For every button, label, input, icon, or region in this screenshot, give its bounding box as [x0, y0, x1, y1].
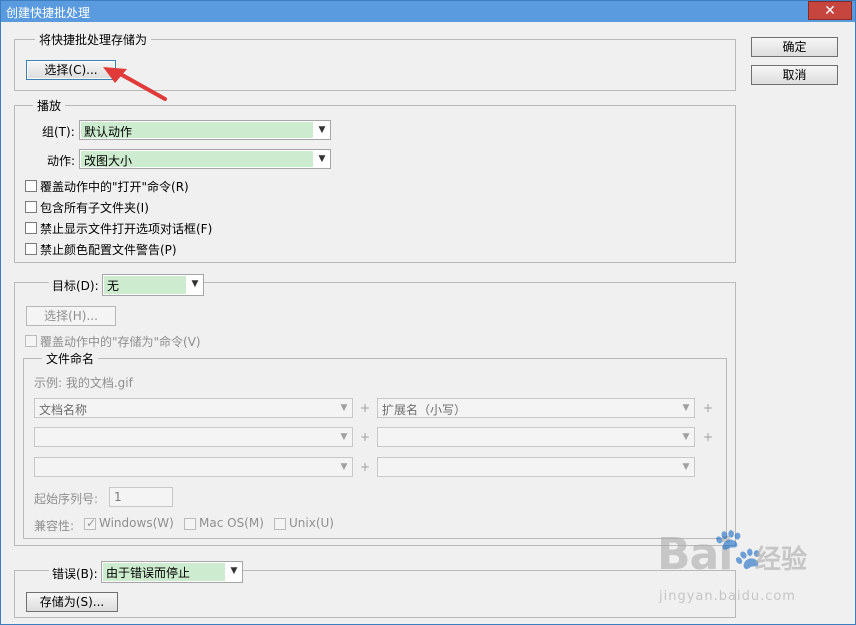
chevron-down-icon: ▼ [340, 432, 348, 442]
save-droplet-legend: 将快捷批处理存储为 [35, 31, 152, 48]
chevron-down-icon: ▼ [318, 125, 326, 135]
destination-label: 目标(D): [49, 277, 102, 294]
plus-sign: + [360, 460, 371, 474]
destination-group: 目标(D): 无 ▼ 选择(H)... 覆盖动作中的"存储为"命令(V) 文件命… [14, 274, 736, 546]
compat-label: 兼容性: [34, 519, 75, 533]
chevron-down-icon: ▼ [682, 403, 690, 413]
naming-example: 示例: 我的文档.gif [34, 376, 133, 390]
checkmark-icon: ✓ [86, 516, 97, 530]
override-open-label: 覆盖动作中的"打开"命令(R) [40, 180, 189, 194]
plus-sign: + [360, 430, 371, 444]
choose-droplet-button-label: 选择(C)... [44, 63, 98, 77]
include-subfolders-label: 包含所有子文件夹(I) [40, 201, 149, 215]
save-errors-as-button[interactable]: 存储为(S)... [26, 592, 118, 612]
suppress-open-options-checkbox[interactable] [25, 222, 37, 234]
naming-field-2-left[interactable]: ▼ [34, 427, 353, 447]
play-legend: 播放 [33, 97, 66, 114]
plus-sign: + [360, 401, 371, 415]
errors-value: 由于错误而停止 [106, 566, 191, 580]
action-set-label: 组(T): [42, 125, 75, 139]
chevron-down-icon: ▼ [191, 279, 199, 289]
compat-unix-label: Unix(U) [289, 516, 334, 530]
choose-destination-button-label: 选择(H)... [44, 309, 98, 323]
close-icon: ✕ [824, 3, 836, 19]
ok-button[interactable]: 确定 [751, 37, 838, 57]
start-serial-input[interactable]: 1 [109, 487, 173, 507]
window-title: 创建快捷批处理 [6, 6, 91, 20]
cancel-button[interactable]: 取消 [751, 65, 838, 85]
compat-macos-label: Mac OS(M) [199, 516, 264, 530]
suppress-open-options-label: 禁止显示文件打开选项对话框(F) [40, 222, 213, 236]
naming-field-3-right[interactable]: ▼ [377, 457, 695, 477]
compat-macos-checkbox[interactable] [184, 518, 196, 530]
plus-sign: + [703, 401, 714, 415]
plus-sign: + [703, 430, 714, 444]
chevron-down-icon: ▼ [340, 462, 348, 472]
override-save-as-label: 覆盖动作中的"存储为"命令(V) [40, 335, 201, 349]
dialog-window: 创建快捷批处理 ✕ 确定 取消 将快捷批处理存储为 选择(C)... 播放 组(… [0, 0, 856, 625]
save-errors-as-button-label: 存储为(S)... [39, 595, 105, 609]
errors-select[interactable]: 由于错误而停止 ▼ [101, 561, 243, 583]
override-open-checkbox[interactable] [25, 180, 37, 192]
destination-select[interactable]: 无 ▼ [102, 274, 204, 296]
naming-field-1-right[interactable]: 扩展名（小写） ▼ [377, 398, 695, 418]
naming-field-3-left[interactable]: ▼ [34, 457, 353, 477]
naming-field-1-left-value: 文档名称 [39, 403, 88, 417]
choose-destination-button[interactable]: 选择(H)... [26, 306, 116, 326]
chevron-down-icon: ▼ [682, 462, 690, 472]
action-set-value: 默认动作 [84, 125, 133, 139]
errors-label: 错误(B): [49, 565, 101, 582]
chevron-down-icon: ▼ [682, 432, 690, 442]
action-value: 改图大小 [84, 154, 133, 168]
suppress-color-warning-label: 禁止颜色配置文件警告(P) [40, 243, 177, 257]
close-button[interactable]: ✕ [808, 1, 852, 20]
chevron-down-icon: ▼ [230, 566, 238, 576]
ok-button-label: 确定 [782, 40, 807, 54]
watermark-url: jingyan.baidu.com [659, 589, 796, 604]
red-arrow-annotation [103, 67, 167, 101]
cancel-button-label: 取消 [782, 68, 807, 82]
include-subfolders-checkbox[interactable] [25, 201, 37, 213]
title-bar[interactable]: 创建快捷批处理 ✕ [1, 1, 855, 22]
errors-group: 错误(B): 由于错误而停止 ▼ 存储为(S)... [14, 561, 736, 618]
watermark-brand-cn: 经验 [755, 545, 808, 575]
play-group: 播放 组(T): 默认动作 ▼ 动作: 改图大小 ▼ 覆盖动作中的"打开"命令(… [14, 97, 736, 263]
file-naming-legend: 文件命名 [42, 350, 99, 367]
action-select[interactable]: 改图大小 ▼ [79, 149, 331, 169]
file-naming-group: 文件命名 示例: 我的文档.gif 文档名称 ▼ + 扩展名（小写） ▼ + ▼ [23, 350, 727, 539]
start-serial-value: 1 [114, 490, 122, 504]
baidu-jingyan-watermark: Bai 🐾 经验 jingyan.baidu.com [651, 521, 851, 616]
override-save-as-checkbox[interactable] [25, 335, 37, 347]
action-label: 动作: [47, 154, 76, 168]
compat-unix-checkbox[interactable] [274, 518, 286, 530]
start-serial-label: 起始序列号: [34, 492, 99, 506]
naming-field-1-left[interactable]: 文档名称 ▼ [34, 398, 353, 418]
destination-value: 无 [107, 279, 120, 293]
naming-field-2-right[interactable]: ▼ [377, 427, 695, 447]
naming-field-1-right-value: 扩展名（小写） [382, 403, 467, 417]
chevron-down-icon: ▼ [340, 403, 348, 413]
compat-windows-label: Windows(W) [99, 516, 174, 530]
compat-windows-checkbox[interactable]: ✓ [84, 516, 97, 530]
suppress-color-warning-checkbox[interactable] [25, 243, 37, 255]
chevron-down-icon: ▼ [318, 154, 326, 164]
action-set-select[interactable]: 默认动作 ▼ [79, 120, 331, 140]
